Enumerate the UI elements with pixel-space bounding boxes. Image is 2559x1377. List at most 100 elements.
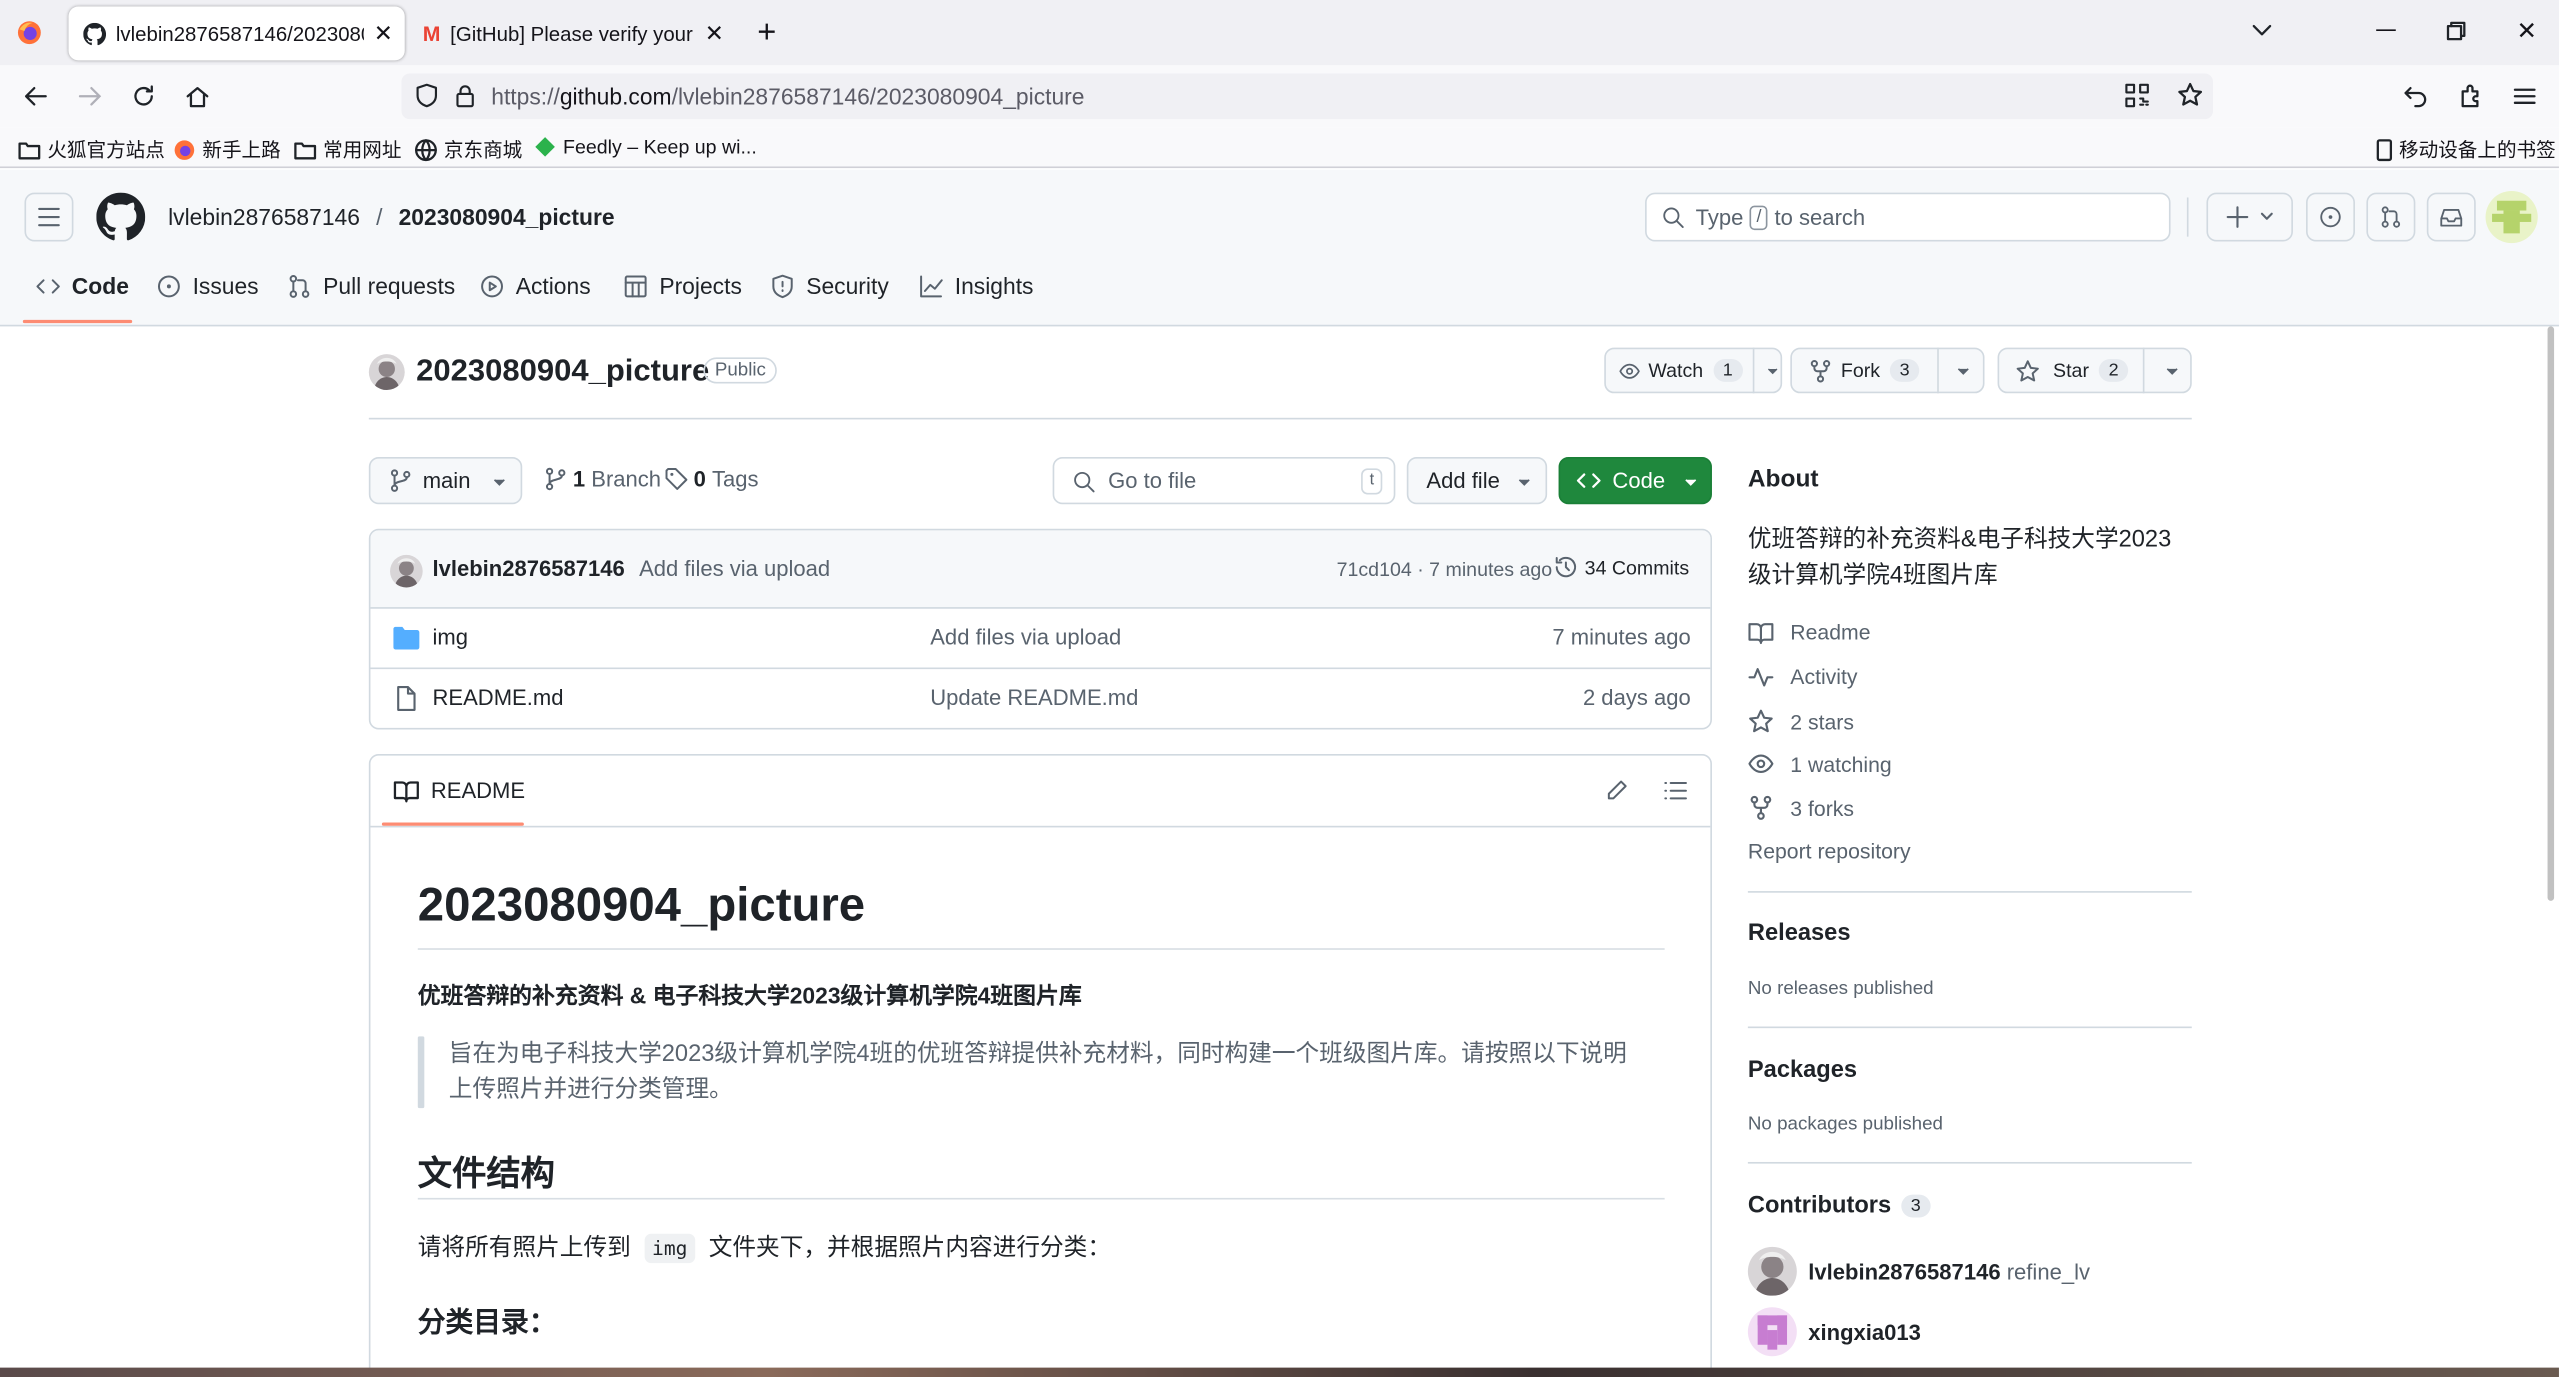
- tab-label: Insights: [954, 272, 1034, 299]
- forks-link[interactable]: 3 forks: [1748, 795, 1854, 821]
- tab-pull-requests[interactable]: Pull requests: [287, 273, 455, 299]
- commit-author[interactable]: lvlebin2876587146: [432, 557, 624, 581]
- repo-title[interactable]: 2023080904_picture: [416, 354, 709, 390]
- owner-avatar[interactable]: [368, 354, 405, 391]
- new-tab-icon[interactable]: +: [757, 15, 776, 53]
- edit-pencil-icon[interactable]: [1604, 778, 1628, 802]
- chevron-down-icon[interactable]: [1954, 361, 1974, 381]
- pull-requests-button[interactable]: [2366, 192, 2416, 242]
- firefox-menu-icon[interactable]: [16, 20, 42, 46]
- inline-code: img: [643, 1233, 696, 1264]
- contributor-item[interactable]: xingxia013: [1808, 1320, 1921, 1344]
- star-icon: [1749, 709, 1773, 733]
- tab-issues[interactable]: Issues: [157, 273, 259, 299]
- search-input[interactable]: Type / to search: [1645, 192, 2171, 242]
- extensions-icon[interactable]: [2458, 83, 2484, 109]
- active-tab-underline: [22, 319, 133, 324]
- undo-icon[interactable]: [2402, 83, 2428, 109]
- add-file-button[interactable]: Add file: [1406, 456, 1548, 505]
- watch-button[interactable]: Watch 1: [1604, 347, 1783, 394]
- chevron-down-icon[interactable]: [2251, 18, 2274, 41]
- tags-link[interactable]: 0 Tags: [664, 467, 759, 491]
- restore-icon[interactable]: [2446, 21, 2466, 41]
- issues-button[interactable]: [2306, 192, 2355, 242]
- menu-icon[interactable]: [2512, 83, 2538, 109]
- contributor-avatar[interactable]: [1747, 1307, 1797, 1357]
- contributors-title[interactable]: Contributors 3: [1748, 1193, 1931, 1219]
- activity-link[interactable]: Activity: [1748, 664, 1857, 689]
- minimize-icon[interactable]: [2376, 29, 2396, 32]
- shield-icon[interactable]: [415, 83, 439, 108]
- readme-link[interactable]: Readme: [1748, 620, 1871, 645]
- tag-icon: [665, 468, 688, 490]
- close-window-icon[interactable]: ✕: [2517, 16, 2538, 46]
- packages-title[interactable]: Packages: [1748, 1058, 1857, 1084]
- bookmark-folder[interactable]: 常用网址: [294, 135, 401, 163]
- page-scrollbar[interactable]: [2547, 326, 2555, 901]
- watching-link[interactable]: 1 watching: [1748, 751, 1892, 777]
- commit-hash[interactable]: 71cd104: [1337, 558, 1412, 581]
- github-favicon-icon: [83, 22, 107, 45]
- tab-insights[interactable]: Insights: [919, 272, 1034, 299]
- tab-code[interactable]: Code: [36, 273, 129, 299]
- issue-icon: [157, 274, 180, 297]
- releases-title[interactable]: Releases: [1748, 920, 1851, 946]
- fork-count: 3: [1889, 359, 1920, 382]
- forward-icon[interactable]: [77, 83, 103, 109]
- file-name[interactable]: img: [432, 625, 468, 649]
- commit-message[interactable]: Add files via upload: [639, 557, 830, 581]
- breadcrumb-repo[interactable]: 2023080904_picture: [399, 204, 615, 230]
- lock-icon[interactable]: [454, 83, 477, 108]
- tab-close-icon[interactable]: ✕: [705, 20, 724, 48]
- code-button[interactable]: Code: [1558, 456, 1712, 505]
- inbox-button[interactable]: [2426, 192, 2476, 242]
- stars-link[interactable]: 2 stars: [1748, 708, 1854, 734]
- reload-icon[interactable]: [131, 83, 157, 109]
- breadcrumb-owner[interactable]: lvlebin2876587146: [168, 204, 360, 230]
- commit-author-avatar[interactable]: [390, 554, 423, 588]
- hamburger-menu-button[interactable]: [24, 192, 74, 242]
- fork-button[interactable]: Fork 3: [1790, 347, 1985, 394]
- bookmark-item[interactable]: 新手上路: [173, 135, 281, 163]
- mobile-bookmarks[interactable]: 移动设备上的书签: [2376, 135, 2556, 163]
- star-button[interactable]: Star 2: [1997, 347, 2192, 394]
- go-to-file-input[interactable]: Go to file t: [1052, 456, 1396, 505]
- chevron-down-icon: [494, 478, 506, 486]
- url-bar[interactable]: https://github.com/lvlebin2876587146/202…: [401, 73, 2213, 120]
- inbox-icon: [2440, 208, 2463, 227]
- packages-empty: No packages published: [1747, 1114, 1943, 1135]
- tab-github-repo[interactable]: lvlebin2876587146/2023080904_picture ✕: [68, 6, 405, 61]
- contributor-avatar[interactable]: [1747, 1246, 1797, 1296]
- bookmark-star-icon[interactable]: [2177, 82, 2203, 108]
- home-icon[interactable]: [184, 83, 210, 109]
- report-repository-link[interactable]: Report repository: [1748, 839, 1911, 863]
- contributor-item[interactable]: lvlebin2876587146 refine_lv: [1808, 1260, 2090, 1284]
- github-logo-icon[interactable]: [96, 192, 146, 242]
- branches-link[interactable]: 1 Branch: [543, 467, 661, 491]
- bookmark-item[interactable]: Feedly – Keep up wi...: [534, 135, 757, 158]
- qr-code-icon[interactable]: [2125, 83, 2149, 108]
- fork-icon: [1750, 795, 1772, 820]
- file-commit-message[interactable]: Add files via upload: [930, 625, 1121, 649]
- tab-close-icon[interactable]: ✕: [374, 20, 393, 48]
- file-commit-message[interactable]: Update README.md: [930, 685, 1138, 709]
- tab-actions[interactable]: Actions: [480, 273, 591, 299]
- chevron-down-icon[interactable]: [1764, 361, 1781, 381]
- file-name[interactable]: README.md: [432, 685, 563, 709]
- tab-security[interactable]: Security: [770, 273, 889, 299]
- bookmark-folder[interactable]: 火狐官方站点: [18, 135, 165, 163]
- branch-select-button[interactable]: main: [368, 456, 523, 505]
- create-new-button[interactable]: [2206, 192, 2293, 242]
- avatar[interactable]: [2485, 190, 2538, 244]
- bookmark-item[interactable]: 京东商城: [415, 135, 522, 163]
- table-row: img Add files via upload 7 minutes ago: [370, 609, 1711, 670]
- table-row: README.md Update README.md 2 days ago: [370, 669, 1710, 728]
- chevron-down-icon[interactable]: [2163, 361, 2183, 381]
- tab-projects[interactable]: Projects: [623, 273, 742, 299]
- tab-gmail[interactable]: M [GitHub] Please verify your device ✕: [411, 7, 737, 61]
- readme-tab[interactable]: README: [393, 778, 525, 803]
- commits-link[interactable]: 34 Commits: [1554, 555, 1689, 579]
- outline-list-icon[interactable]: [1663, 778, 1687, 802]
- visibility-badge: Public: [703, 357, 778, 384]
- back-icon[interactable]: [23, 83, 49, 109]
